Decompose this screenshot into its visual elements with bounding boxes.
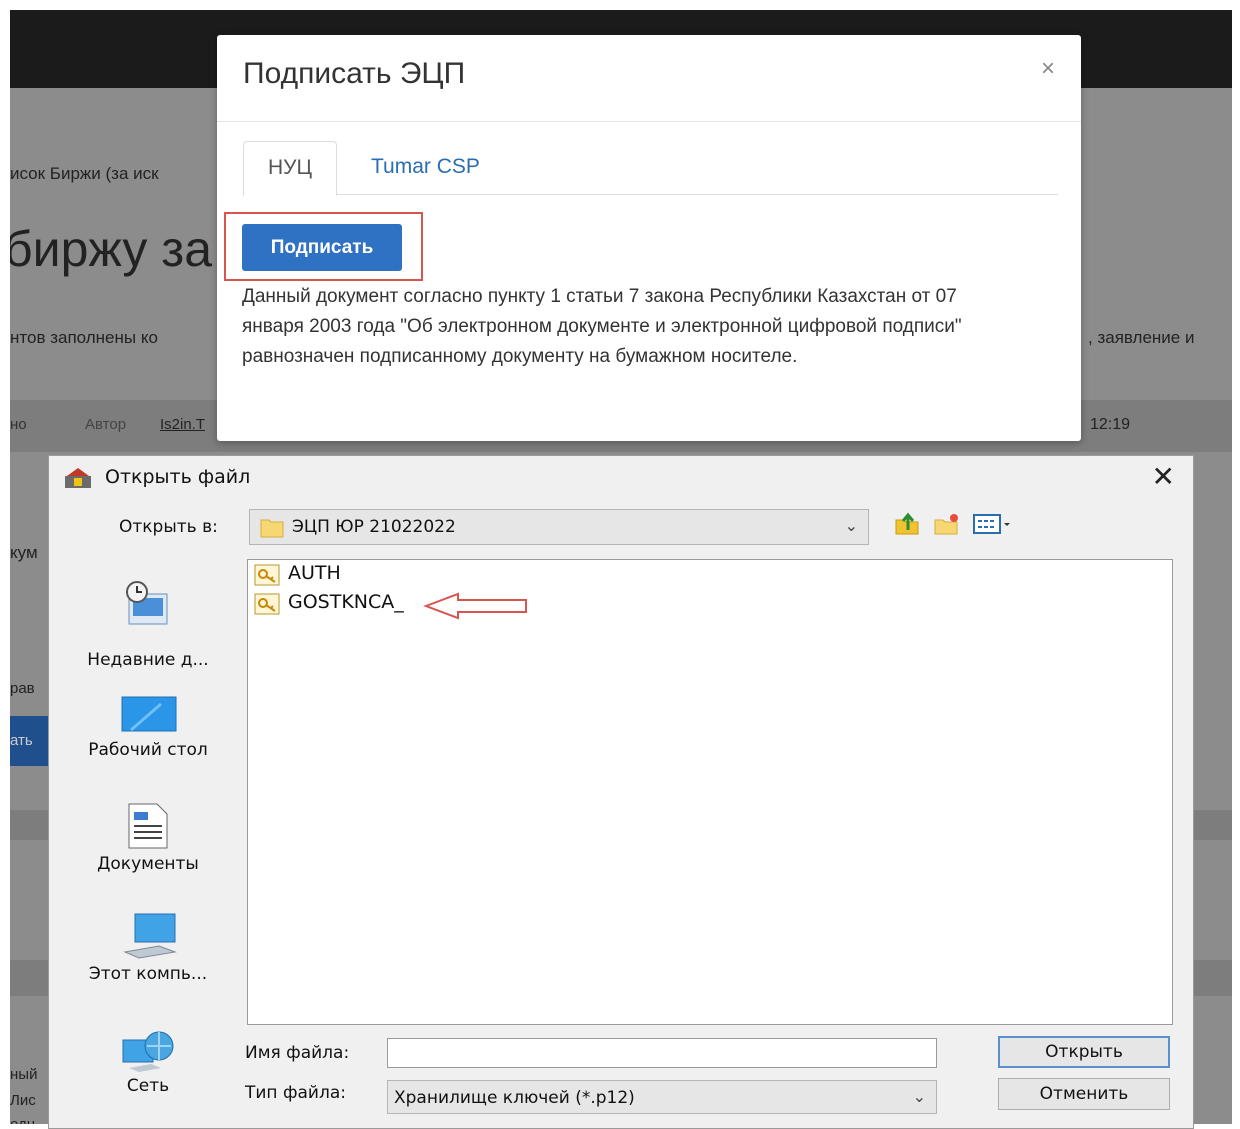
- bg-fragment: Лис: [10, 1092, 36, 1109]
- filetype-label: Тип файла:: [245, 1083, 346, 1103]
- new-folder-icon[interactable]: [933, 512, 959, 536]
- file-name: GOSTKNCA_: [288, 591, 404, 613]
- modal-tabs: НУЦ Tumar CSP: [243, 141, 1058, 196]
- app-icon: [65, 468, 91, 488]
- place-this-pc[interactable]: Этот компь...: [49, 908, 247, 1018]
- bg-fragment: рав: [10, 680, 35, 697]
- place-documents[interactable]: Документы: [49, 796, 247, 906]
- folder-icon: [260, 519, 284, 538]
- legal-note: Данный документ согласно пункту 1 статьи…: [242, 286, 962, 367]
- chevron-down-icon: ⌄: [912, 1087, 926, 1106]
- cancel-button[interactable]: Отменить: [998, 1078, 1170, 1110]
- this-pc-icon: [123, 913, 177, 959]
- breadcrumb: исок Биржи (за иск: [10, 164, 159, 183]
- key-file-icon: [254, 593, 280, 615]
- up-folder-icon[interactable]: [894, 512, 920, 536]
- modal-title: Подписать ЭЦП: [243, 57, 466, 90]
- close-icon[interactable]: ×: [1041, 55, 1055, 83]
- open-button[interactable]: Открыть: [998, 1036, 1170, 1068]
- close-icon[interactable]: ✕: [1152, 460, 1175, 493]
- look-in-value: ЭЦП ЮР 21022022: [292, 517, 456, 537]
- page-heading: биржу за: [10, 221, 213, 277]
- look-in-select[interactable]: ЭЦП ЮР 21022022 ⌄: [249, 509, 869, 545]
- place-label: Документы: [97, 854, 199, 874]
- filename-label: Имя файла:: [245, 1043, 350, 1063]
- place-label: Рабочий стол: [88, 740, 208, 760]
- filetype-select[interactable]: Хранилище ключей (*.p12) ⌄: [387, 1080, 937, 1114]
- author-label: Автор: [85, 416, 127, 433]
- description-line-right: , заявление и: [1088, 328, 1195, 347]
- desktop-icon: [121, 696, 177, 732]
- view-menu-icon[interactable]: [973, 512, 1013, 536]
- filename-input[interactable]: [387, 1038, 937, 1068]
- chevron-down-icon: ⌄: [844, 516, 858, 535]
- documents-icon: [128, 803, 168, 849]
- sign-modal: Подписать ЭЦП × НУЦ Tumar CSP Подписать …: [217, 35, 1081, 441]
- tab-nuc[interactable]: НУЦ: [243, 141, 338, 196]
- author-link[interactable]: Is2in.T: [160, 416, 205, 433]
- bg-fragment: кум: [10, 543, 38, 562]
- file-name: AUTH: [288, 562, 341, 584]
- look-in-label: Открыть в:: [119, 517, 218, 537]
- modal-header: Подписать ЭЦП ×: [217, 35, 1081, 122]
- bg-button: ать: [10, 716, 50, 766]
- recent-items-icon: [126, 581, 168, 625]
- place-recent[interactable]: Недавние д...: [49, 576, 247, 676]
- network-icon: [122, 1031, 174, 1072]
- place-label: Этот компь...: [88, 964, 208, 984]
- timestamp: 12:19: [1090, 416, 1131, 433]
- description-line: нтов заполнены ко: [10, 328, 158, 347]
- place-label: Сеть: [126, 1076, 170, 1096]
- place-network[interactable]: Сеть: [49, 1022, 247, 1122]
- dialog-title: Открыть файл: [105, 466, 251, 488]
- place-label: Недавние д...: [87, 650, 209, 670]
- bg-fragment: едн: [10, 1116, 35, 1124]
- meta-left: но: [10, 416, 27, 433]
- open-file-dialog: Открыть файл ✕ Открыть в: ЭЦП ЮР 2102202…: [48, 455, 1194, 1129]
- place-desktop[interactable]: Рабочий стол: [49, 696, 247, 796]
- file-list[interactable]: AUTH GOSTKNCA_: [247, 559, 1173, 1025]
- sign-button[interactable]: Подписать: [242, 224, 402, 271]
- tab-tumar-csp[interactable]: Tumar CSP: [347, 141, 504, 194]
- annotation-arrow-icon: [423, 592, 527, 620]
- key-file-icon: [254, 564, 280, 586]
- bg-fragment: ный: [10, 1066, 38, 1083]
- filetype-value: Хранилище ключей (*.p12): [394, 1088, 635, 1108]
